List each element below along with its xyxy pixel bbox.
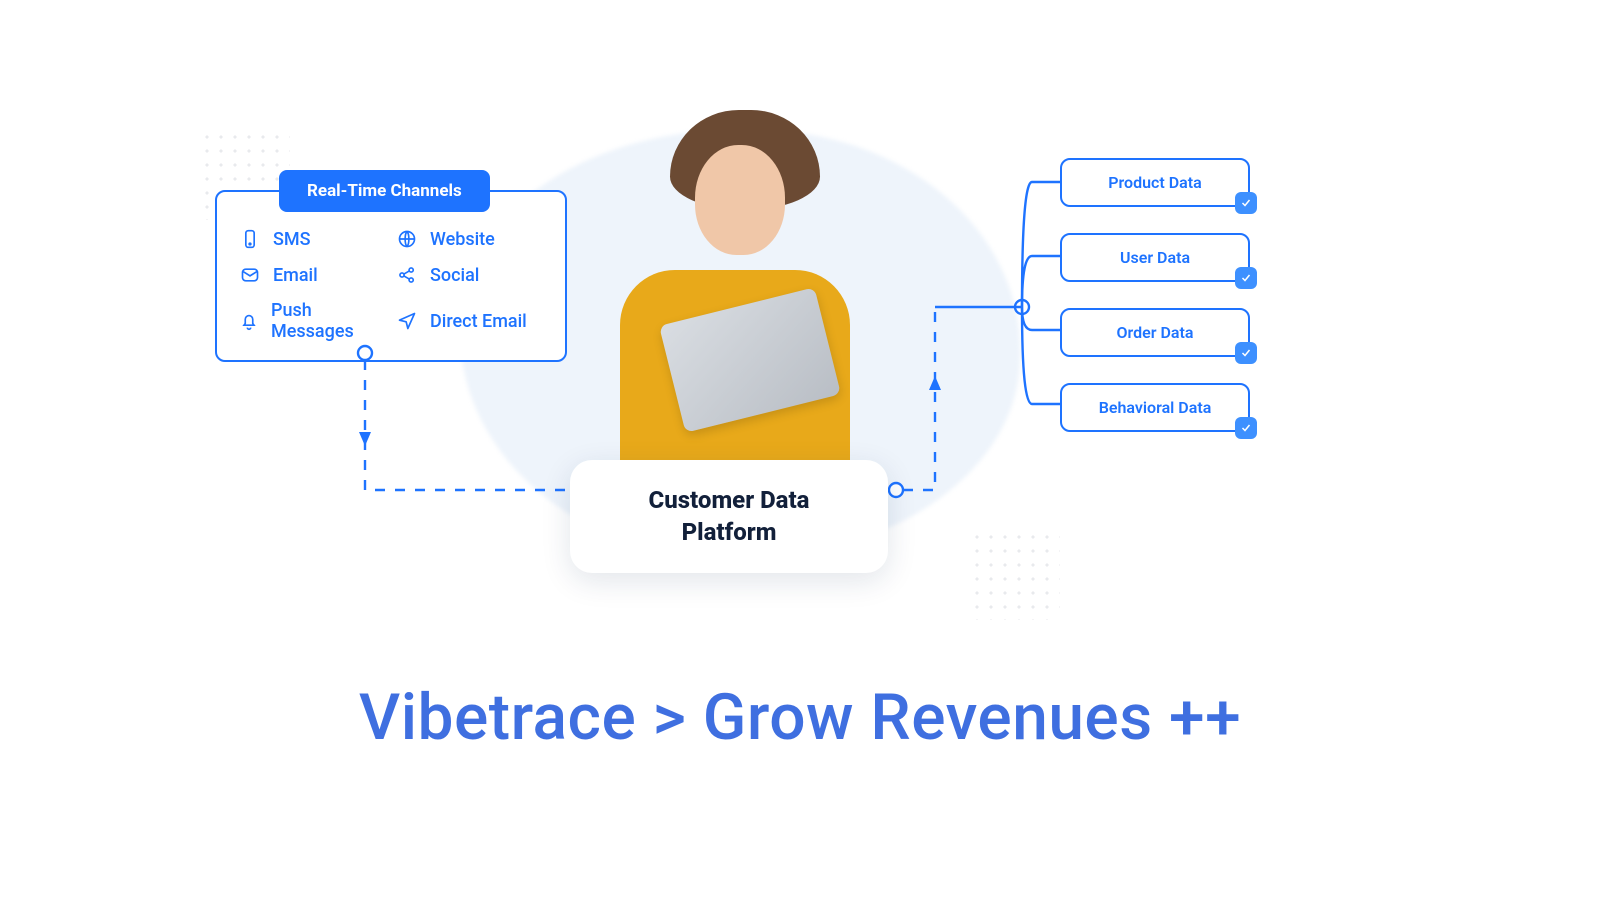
channel-item-direct: Direct Email — [396, 300, 543, 342]
data-pill-label: Product Data — [1108, 173, 1201, 192]
channel-item-email: Email — [239, 264, 386, 286]
channel-item-social: Social — [396, 264, 543, 286]
check-icon — [1235, 267, 1257, 289]
channel-label: Email — [273, 265, 318, 286]
data-pill-user: User Data — [1060, 233, 1250, 282]
channel-label: Direct Email — [430, 311, 527, 332]
channel-label: Push Messages — [271, 300, 386, 342]
data-sources-column: Product Data User Data Order Data Behavi… — [1060, 158, 1250, 432]
check-icon — [1235, 342, 1257, 364]
platform-card: Customer Data Platform — [570, 460, 888, 573]
mail-icon — [239, 264, 261, 286]
person-illustration — [600, 90, 870, 470]
channel-label: Social — [430, 265, 479, 286]
channel-label: Website — [430, 229, 495, 250]
dot-grid-decoration — [970, 530, 1060, 620]
send-icon — [396, 310, 418, 332]
data-pill-product: Product Data — [1060, 158, 1250, 207]
platform-title-line2: Platform — [586, 516, 872, 548]
channels-panel-title: Real-Time Channels — [279, 170, 490, 212]
data-pill-behavioral: Behavioral Data — [1060, 383, 1250, 432]
channel-item-website: Website — [396, 228, 543, 250]
check-icon — [1235, 417, 1257, 439]
check-icon — [1235, 192, 1257, 214]
globe-icon — [396, 228, 418, 250]
tagline: Vibetrace > Grow Revenues ++ — [0, 680, 1600, 755]
channels-panel: Real-Time Channels SMS Website Email Soc… — [215, 190, 567, 362]
bell-icon — [239, 310, 259, 332]
channel-item-push: Push Messages — [239, 300, 386, 342]
data-pill-label: User Data — [1120, 248, 1190, 267]
data-pill-order: Order Data — [1060, 308, 1250, 357]
data-pill-label: Behavioral Data — [1099, 398, 1212, 417]
smartphone-icon — [239, 228, 261, 250]
channel-item-sms: SMS — [239, 228, 386, 250]
channel-label: SMS — [273, 229, 311, 250]
share-icon — [396, 264, 418, 286]
platform-title-line1: Customer Data — [586, 484, 872, 516]
data-pill-label: Order Data — [1117, 323, 1194, 342]
